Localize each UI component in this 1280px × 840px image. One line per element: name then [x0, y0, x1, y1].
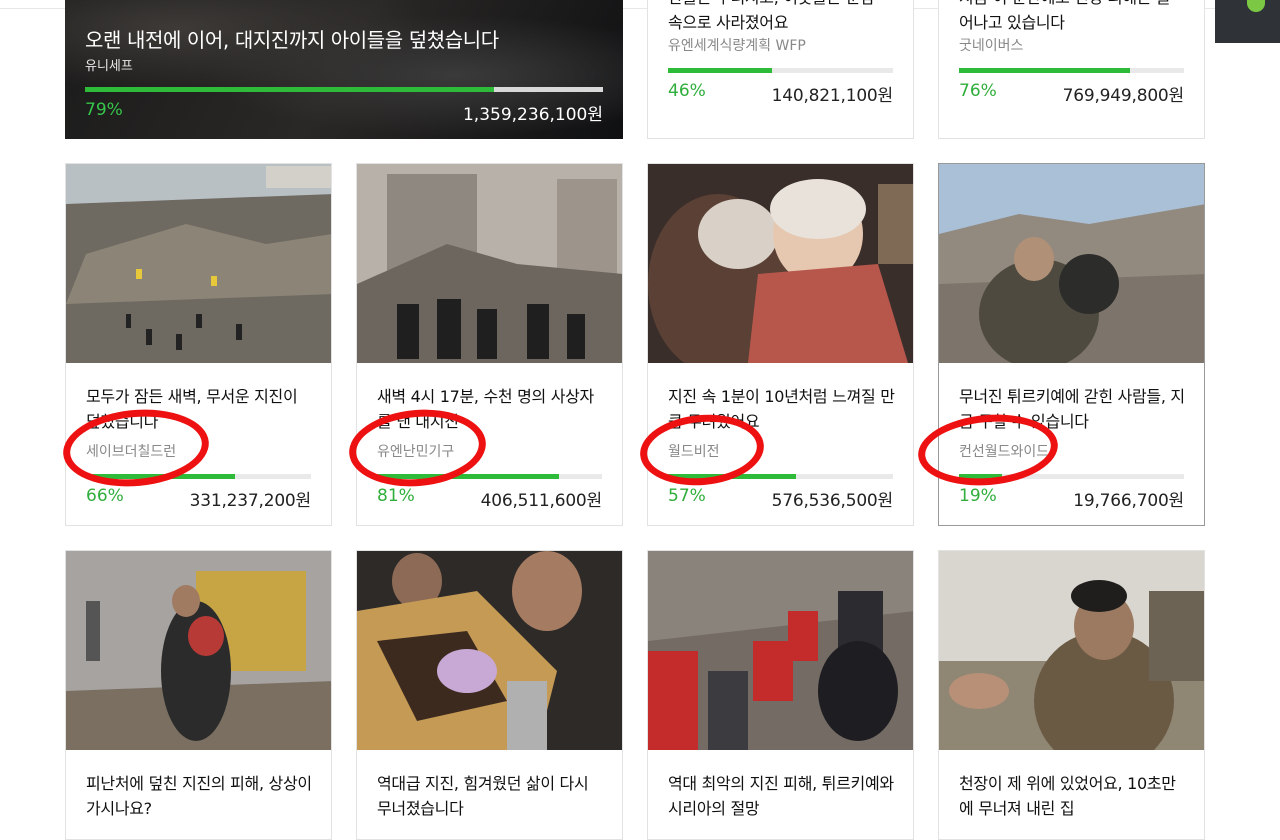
card-title: 지금 이 순간에도 긴장 피해는 늘 어나고 있습니다: [959, 0, 1171, 32]
card-image: [357, 551, 622, 750]
card-title: 피난처에 덮친 지진의 피해, 상상이 가시나요?: [86, 774, 312, 818]
fundraiser-card[interactable]: 천장이 제 위에 있었어요, 10초만에 무너져 내린 집: [938, 550, 1205, 840]
leaf-icon: [1247, 0, 1265, 12]
card-image: [648, 551, 913, 750]
card-image: [939, 551, 1204, 750]
card-percent: 66%: [86, 486, 124, 506]
card-percent: 81%: [377, 486, 415, 506]
featured-org: 유니세프: [85, 59, 133, 74]
card-title: 역대급 지진, 힘겨웠던 삶이 다시 무너졌습니다: [377, 774, 589, 818]
card-amount: 19,766,700원: [1073, 491, 1184, 511]
progress-bar: [959, 474, 1184, 479]
card-title: 모두가 잠든 새벽, 무서운 지진이 덮쳤습니다: [86, 387, 298, 431]
featured-fundraiser-card[interactable]: 오랜 내전에 이어, 대지진까지 아이들을 덮쳤습니다 유니세프 79% 1,3…: [65, 0, 623, 139]
featured-title: 오랜 내전에 이어, 대지진까지 아이들을 덮쳤습니다: [85, 28, 499, 52]
fundraiser-card[interactable]: 역대 최악의 지진 피해, 튀르키예와 시리아의 절망: [647, 550, 914, 840]
progress-bar: [377, 474, 602, 479]
card-org: 세이브더칠드런: [86, 444, 177, 460]
fundraiser-card[interactable]: 새벽 4시 17분, 수천 명의 사상자를 낸 대지진 유엔난민기구 81% 4…: [356, 163, 623, 526]
progress-bar: [668, 474, 893, 479]
card-title: 역대 최악의 지진 피해, 튀르키예와 시리아의 절망: [668, 774, 894, 818]
card-image: [939, 164, 1204, 363]
card-amount: 769,949,800원: [1062, 86, 1185, 106]
fundraiser-card[interactable]: 피난처에 덮친 지진의 피해, 상상이 가시나요?: [65, 550, 332, 840]
card-title: 새벽 4시 17분, 수천 명의 사상자를 낸 대지진: [377, 387, 594, 431]
fundraiser-card[interactable]: 관들은 무너지고, 이웃들은 눈깜 속으로 사라졌어요 유엔세계식량계획 WFP…: [647, 0, 914, 139]
card-title: 지진 속 1분이 10년처럼 느껴질 만큼 두려웠어요: [668, 387, 895, 431]
fundraiser-card[interactable]: 지금 이 순간에도 긴장 피해는 늘 어나고 있습니다 굿네이버스 76% 76…: [938, 0, 1205, 139]
card-org: 월드비전: [668, 444, 720, 460]
card-percent: 57%: [668, 486, 706, 506]
card-percent: 76%: [959, 81, 997, 101]
progress-bar: [959, 68, 1184, 73]
card-percent: 46%: [668, 81, 706, 101]
featured-amount: 1,359,236,100원: [462, 105, 603, 125]
fundraiser-card[interactable]: 역대급 지진, 힘겨웠던 삶이 다시 무너졌습니다: [356, 550, 623, 840]
progress-bar: [668, 68, 893, 73]
card-image: [66, 551, 331, 750]
fundraiser-card[interactable]: 지진 속 1분이 10년처럼 느껴질 만큼 두려웠어요 월드비전 57% 576…: [647, 163, 914, 526]
card-amount: 576,536,500원: [771, 491, 894, 511]
card-title: 관들은 무너지고, 이웃들은 눈깜 속으로 사라졌어요: [668, 0, 875, 32]
card-org: 컨선월드와이드: [959, 444, 1050, 460]
card-org: 유엔세계식량계획 WFP: [668, 38, 806, 54]
card-title: 천장이 제 위에 있었어요, 10초만에 무너져 내린 집: [959, 774, 1176, 818]
fundraiser-card[interactable]: 모두가 잠든 새벽, 무서운 지진이 덮쳤습니다 세이브더칠드런 66% 331…: [65, 163, 332, 526]
card-amount: 406,511,600원: [480, 491, 603, 511]
featured-percent: 79%: [85, 100, 123, 120]
card-title: 무너진 튀르키예에 갇힌 사람들, 지금 구할 수 있습니다: [959, 387, 1185, 431]
card-org: 유엔난민기구: [377, 444, 455, 460]
progress-bar: [86, 474, 311, 479]
featured-progress-bar: [85, 87, 603, 92]
card-image: [357, 164, 622, 363]
card-amount: 140,821,100원: [771, 86, 894, 106]
card-image: [66, 164, 331, 363]
card-percent: 19%: [959, 486, 997, 506]
card-org: 굿네이버스: [959, 38, 1024, 54]
fundraiser-card[interactable]: 무너진 튀르키예에 갇힌 사람들, 지금 구할 수 있습니다 컨선월드와이드 1…: [938, 163, 1205, 526]
card-image: [648, 164, 913, 363]
card-amount: 331,237,200원: [189, 491, 312, 511]
floating-menu-button[interactable]: [1215, 0, 1280, 43]
